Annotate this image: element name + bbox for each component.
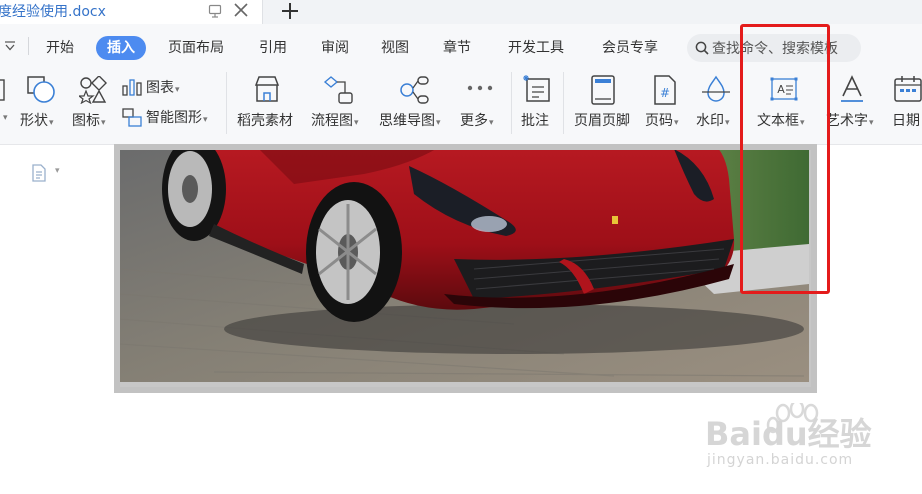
- tab-references[interactable]: 引用: [259, 36, 287, 60]
- mindmap-button[interactable]: 思维导图▾: [378, 74, 452, 132]
- baidu-watermark-url: jingyan.baidu.com: [707, 452, 854, 468]
- shape-label: 形状: [20, 113, 48, 129]
- icon-button[interactable]: 图标▾: [72, 74, 118, 132]
- tab-insert[interactable]: 插入: [96, 36, 146, 60]
- page-number-button[interactable]: # 页码▾: [644, 74, 688, 132]
- watermark-icon: [702, 75, 730, 102]
- smart-graphic-button[interactable]: 智能图形▾: [122, 107, 222, 129]
- daoke-material-button[interactable]: 稻壳素材: [236, 74, 298, 132]
- ribbon-divider: [511, 72, 512, 134]
- icon-label: 图标: [72, 113, 100, 129]
- table-icon[interactable]: [0, 78, 8, 102]
- header-footer-label: 页眉页脚: [574, 113, 630, 129]
- baidu-watermark-brand: Baidu经验: [705, 415, 872, 453]
- new-tab-plus-icon[interactable]: [280, 0, 300, 22]
- inserted-photo[interactable]: [114, 144, 817, 393]
- mindmap-label: 思维导图: [379, 113, 435, 129]
- smart-graphic-icon: [122, 108, 142, 127]
- shape-button[interactable]: 形状▾: [20, 74, 64, 132]
- document-nav-icon[interactable]: [30, 164, 48, 182]
- chart-label: 图表: [146, 80, 174, 96]
- flowchart-icon: [323, 76, 353, 104]
- pin-icon[interactable]: [207, 3, 223, 19]
- wordart-button[interactable]: 艺术字▾: [826, 74, 884, 132]
- date-button[interactable]: 日期: [891, 74, 922, 132]
- tab-developer[interactable]: 开发工具: [508, 36, 564, 60]
- tab-view[interactable]: 视图: [381, 36, 409, 60]
- header-footer-button[interactable]: 页眉页脚: [573, 74, 635, 132]
- chart-button[interactable]: 图表▾: [122, 77, 192, 99]
- car-photo-illustration: [114, 144, 817, 393]
- icons-icon: [79, 76, 107, 104]
- smart-graphic-label: 智能图形: [146, 110, 202, 126]
- flowchart-button[interactable]: 流程图▾: [310, 74, 370, 132]
- header-footer-icon: [591, 75, 615, 105]
- date-label: 日期: [892, 113, 920, 129]
- close-icon[interactable]: [233, 2, 249, 18]
- comment-label: 批注: [521, 113, 549, 129]
- flowchart-label: 流程图: [311, 113, 353, 129]
- tab-home[interactable]: 开始: [46, 36, 74, 60]
- shape-icon: [27, 76, 55, 103]
- ribbon-divider: [563, 72, 564, 134]
- wordart-icon: [841, 75, 863, 102]
- tab-review[interactable]: 审阅: [321, 36, 349, 60]
- mindmap-icon: [400, 76, 429, 104]
- document-nav-dropdown-arrow[interactable]: ▾: [55, 166, 60, 176]
- watermark-button[interactable]: 水印▾: [695, 74, 739, 132]
- svg-text:#: #: [660, 86, 670, 100]
- search-icon: [695, 41, 709, 55]
- watermark-label: 水印: [696, 113, 724, 129]
- store-icon: [254, 76, 280, 102]
- tab-bar: 度经验使用.docx: [0, 0, 922, 25]
- menu-divider: [28, 37, 29, 55]
- calendar-icon: [894, 76, 922, 102]
- tab-section[interactable]: 章节: [443, 36, 471, 60]
- comment-button[interactable]: 批注: [520, 74, 556, 132]
- ribbon-divider: [226, 72, 227, 134]
- more-dots-icon: [467, 85, 493, 91]
- daoke-material-label: 稻壳素材: [237, 113, 293, 129]
- table-dropdown-arrow[interactable]: ▾: [3, 113, 8, 123]
- textbox-highlight-box: [740, 24, 830, 294]
- document-title: 度经验使用.docx: [0, 4, 106, 20]
- wordart-label: 艺术字: [826, 113, 868, 129]
- more-button[interactable]: 更多▾: [459, 74, 503, 132]
- more-label: 更多: [460, 113, 488, 129]
- tab-member[interactable]: 会员专享: [602, 36, 658, 60]
- chart-icon: [122, 79, 142, 96]
- collapse-chevron-icon[interactable]: [4, 40, 16, 52]
- comment-icon: [523, 75, 550, 102]
- page-number-icon: #: [654, 75, 676, 105]
- tab-page-layout[interactable]: 页面布局: [168, 36, 224, 60]
- document-tab[interactable]: 度经验使用.docx: [0, 0, 263, 24]
- page-number-label: 页码: [645, 113, 673, 129]
